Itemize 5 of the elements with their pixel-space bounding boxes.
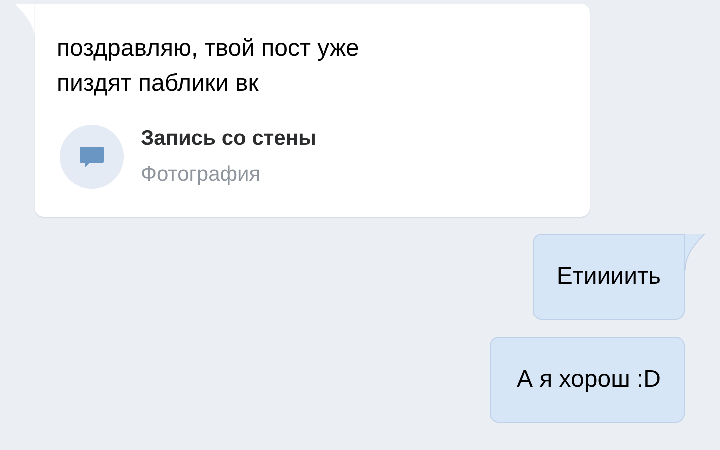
message-text: Етиииить (556, 262, 661, 292)
message-text: поздравляю, твой пост уже пиздят паблики вк (57, 34, 360, 99)
message-text: А я хорош :D (516, 365, 661, 395)
attachment-subtitle: Фотография (141, 162, 262, 188)
attachment-title[interactable]: Запись со стены (141, 125, 316, 153)
